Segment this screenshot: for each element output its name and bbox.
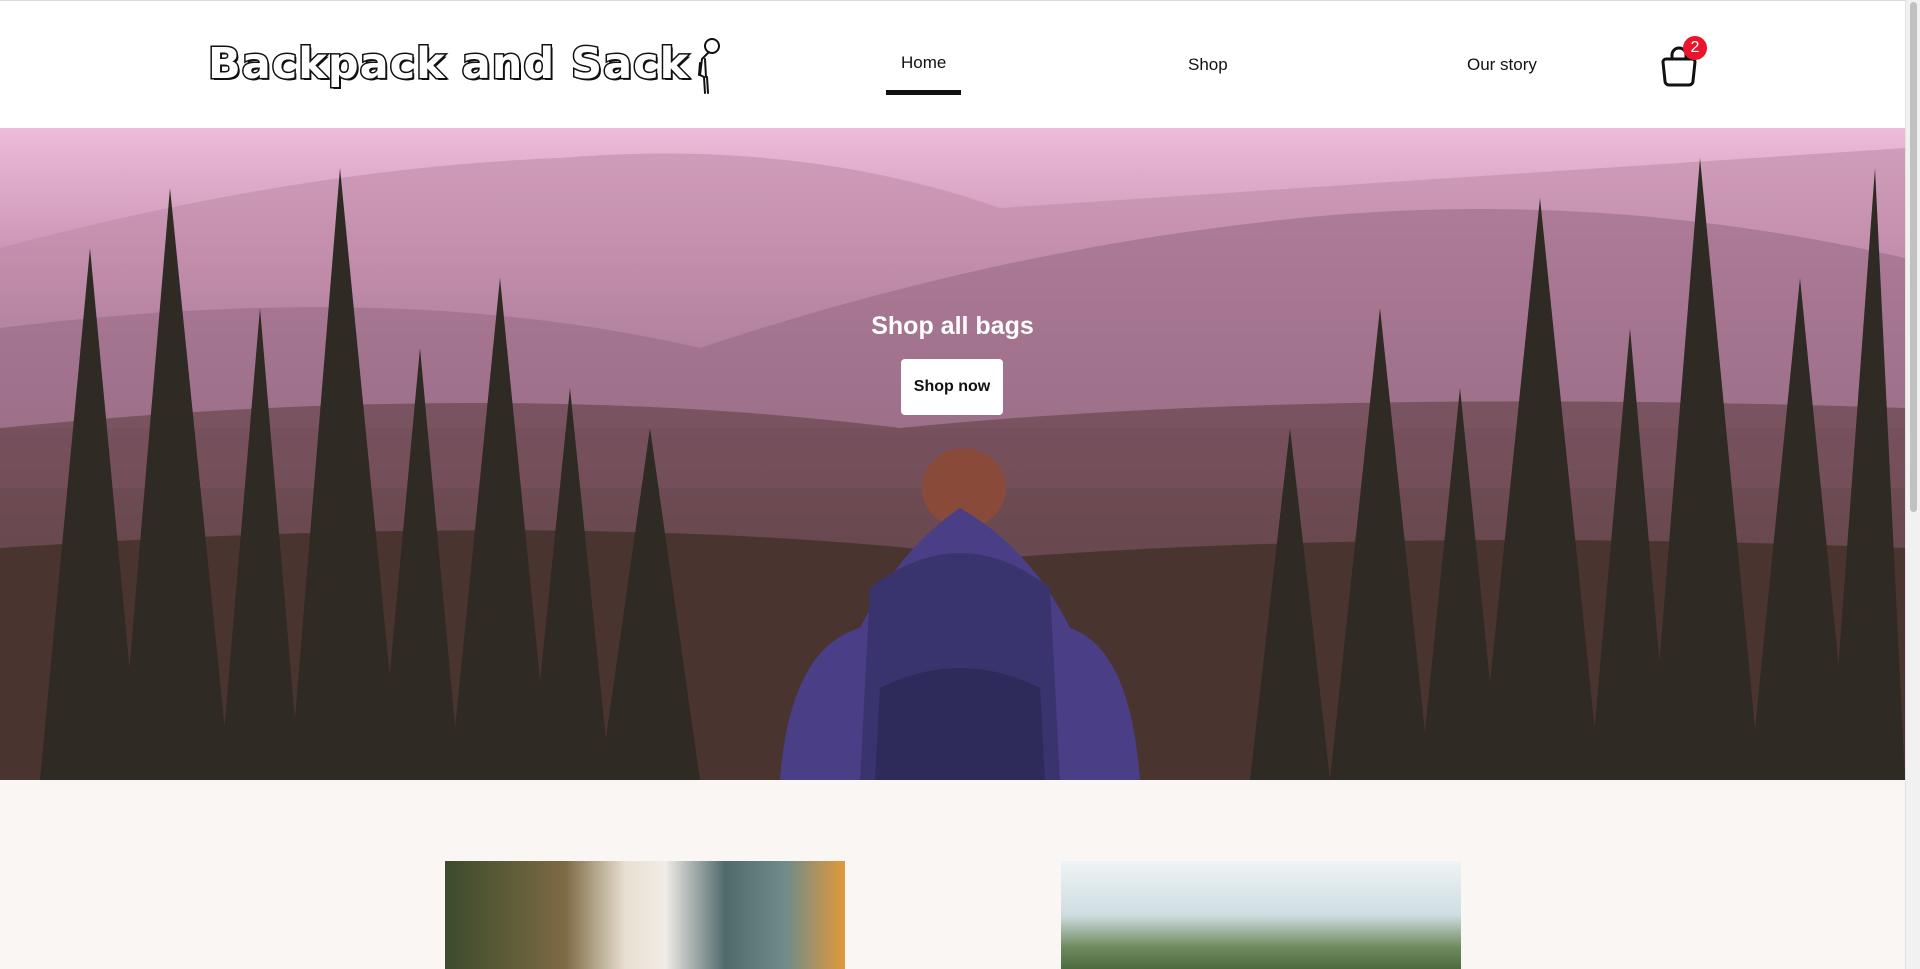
cart-count-badge: 2 [1683, 36, 1707, 60]
scrollbar-thumb[interactable] [1910, 2, 1917, 512]
site-header: Backpack and Sack Home Shop Our story 2 [0, 0, 1905, 128]
nav-shop[interactable]: Shop [1188, 55, 1228, 75]
page-scrollbar[interactable] [1905, 0, 1920, 969]
nav-home[interactable]: Home [901, 53, 946, 73]
hero-banner: Shop all bags Shop now [0, 128, 1905, 780]
product-image-mountain-landscape[interactable] [1061, 861, 1461, 969]
nav-active-indicator [886, 90, 961, 95]
shop-now-button[interactable]: Shop now [901, 359, 1003, 415]
stick-figure-logo-icon [698, 38, 720, 94]
page: Backpack and Sack Home Shop Our story 2 [0, 0, 1905, 969]
hero-forest-image [0, 148, 1905, 780]
hero-title: Shop all bags [871, 312, 1034, 340]
product-image-backpack-person[interactable] [445, 861, 845, 969]
nav-our-story[interactable]: Our story [1467, 55, 1537, 75]
logo-text[interactable]: Backpack and Sack [206, 38, 689, 91]
